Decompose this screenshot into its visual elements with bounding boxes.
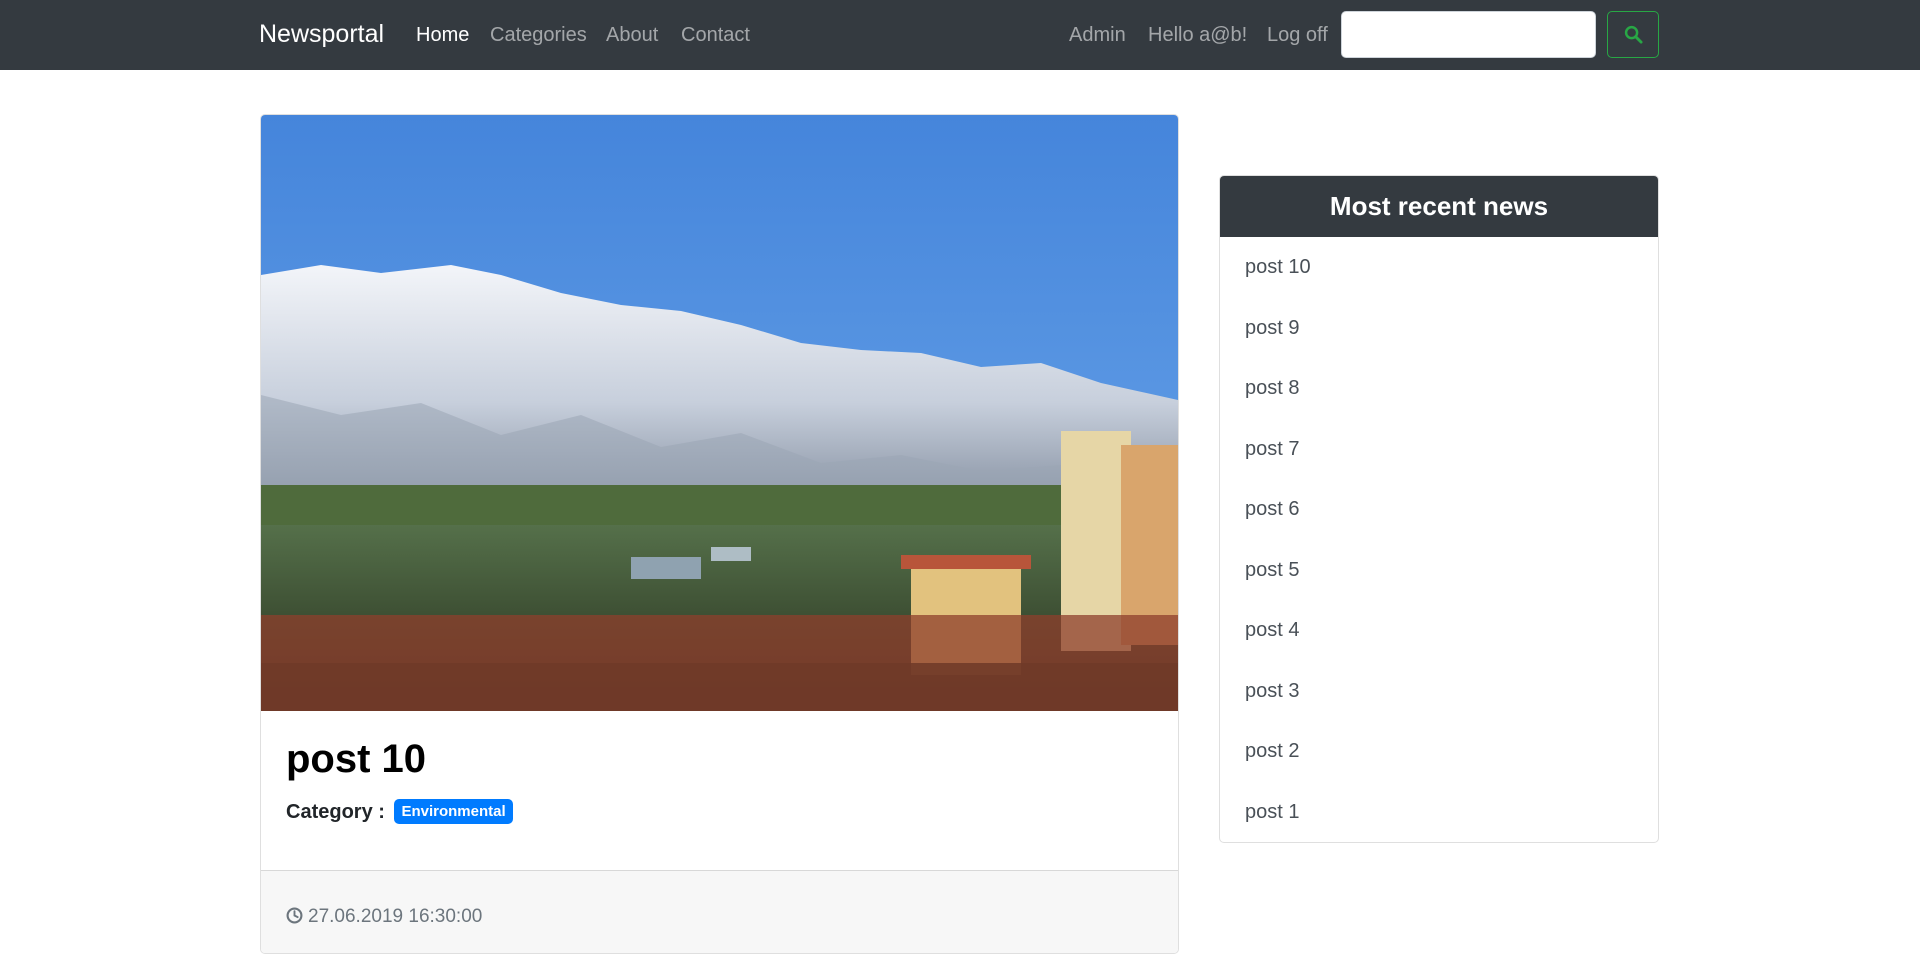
post-image bbox=[261, 115, 1178, 711]
clock-icon bbox=[286, 907, 303, 924]
list-item[interactable]: post 9 bbox=[1220, 298, 1658, 359]
post-card: post 10 Category : Environmental 27.06.2… bbox=[260, 114, 1179, 954]
brand-link[interactable]: Newsportal bbox=[259, 20, 384, 49]
search-button[interactable] bbox=[1607, 11, 1659, 58]
nav-home[interactable]: Home bbox=[416, 24, 469, 47]
category-label: Category : bbox=[286, 801, 385, 823]
nav-about[interactable]: About bbox=[606, 24, 658, 47]
nav-contact[interactable]: Contact bbox=[681, 24, 750, 47]
recent-news-list: post 10 post 9 post 8 post 7 post 6 post… bbox=[1220, 237, 1658, 842]
timestamp: 27.06.2019 16:30:00 bbox=[286, 906, 482, 928]
list-item[interactable]: post 7 bbox=[1220, 419, 1658, 480]
recent-news-sidebar: Most recent news post 10 post 9 post 8 p… bbox=[1219, 175, 1659, 843]
list-item[interactable]: post 1 bbox=[1220, 782, 1658, 843]
sidebar-title: Most recent news bbox=[1220, 176, 1658, 237]
list-item[interactable]: post 3 bbox=[1220, 661, 1658, 722]
post-title: post 10 bbox=[286, 737, 427, 781]
navbar: Newsportal Home Categories About Contact… bbox=[0, 0, 1920, 70]
list-item[interactable]: post 4 bbox=[1220, 600, 1658, 661]
list-item[interactable]: post 6 bbox=[1220, 479, 1658, 540]
nav-log-off[interactable]: Log off bbox=[1267, 24, 1328, 47]
nav-hello-user[interactable]: Hello a@b! bbox=[1148, 24, 1247, 47]
list-item[interactable]: post 5 bbox=[1220, 540, 1658, 601]
list-item[interactable]: post 2 bbox=[1220, 721, 1658, 782]
category-row: Category : Environmental bbox=[286, 799, 513, 824]
list-item[interactable]: post 8 bbox=[1220, 358, 1658, 419]
list-item[interactable]: post 10 bbox=[1220, 237, 1658, 298]
nav-categories[interactable]: Categories bbox=[490, 24, 587, 47]
card-footer: 27.06.2019 16:30:00 bbox=[261, 870, 1178, 953]
category-badge[interactable]: Environmental bbox=[394, 799, 513, 824]
nav-admin[interactable]: Admin bbox=[1069, 24, 1126, 47]
timestamp-text: 27.06.2019 16:30:00 bbox=[308, 906, 483, 927]
search-icon bbox=[1624, 25, 1643, 44]
search-input[interactable] bbox=[1341, 11, 1596, 58]
